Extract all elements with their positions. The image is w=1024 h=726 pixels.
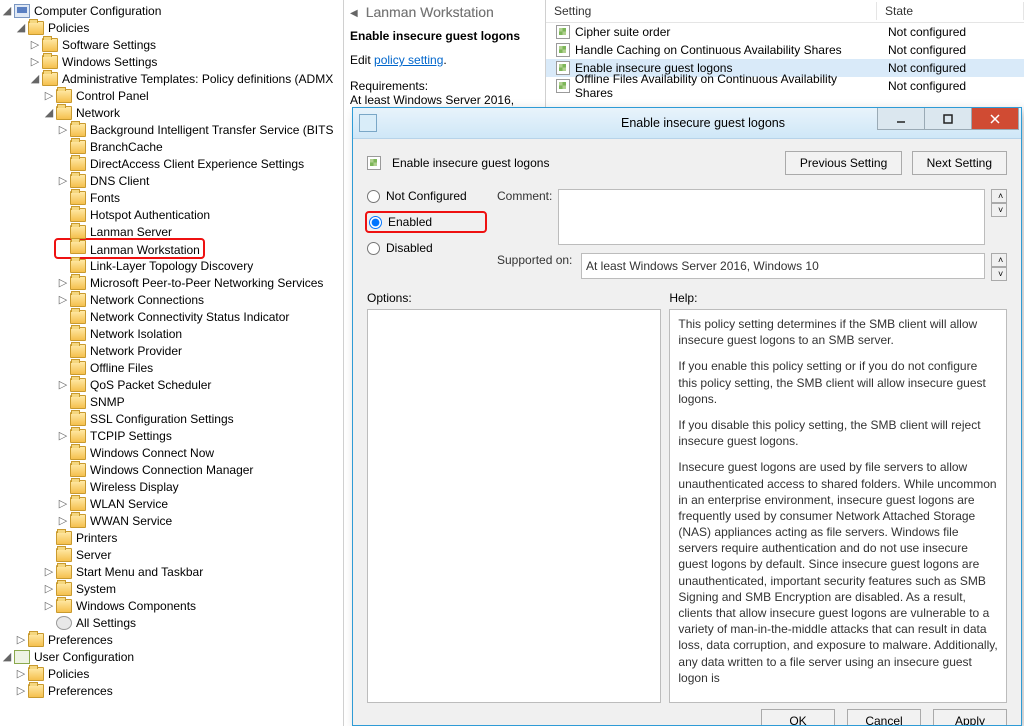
comment-scroll-down[interactable]: ˅	[991, 203, 1007, 217]
tree-control-panel[interactable]: Control Panel	[76, 89, 149, 103]
tree-p2p[interactable]: Microsoft Peer-to-Peer Networking Servic…	[90, 276, 323, 290]
radio-not-configured[interactable]: Not Configured	[367, 189, 487, 203]
comment-label: Comment:	[497, 189, 552, 203]
tree-preferences[interactable]: Preferences	[48, 633, 113, 647]
tree-network[interactable]: Network	[76, 106, 120, 120]
tree-windows-settings[interactable]: Windows Settings	[62, 55, 157, 69]
col-state[interactable]: State	[877, 2, 1024, 20]
tree-wwan[interactable]: WWAN Service	[90, 514, 172, 528]
tree-wcm[interactable]: Windows Connection Manager	[90, 463, 253, 477]
tree-windows-components[interactable]: Windows Components	[76, 599, 196, 613]
next-setting-button[interactable]: Next Setting	[912, 151, 1007, 175]
ok-button[interactable]: OK	[761, 709, 835, 725]
highlight-enabled: Enabled	[365, 211, 487, 233]
tree-network-connections[interactable]: Network Connections	[90, 293, 204, 307]
edit-policy-link[interactable]: policy setting	[374, 53, 443, 67]
edit-prefix: Edit	[350, 53, 374, 67]
requirements-label: Requirements:	[350, 79, 539, 93]
tree-admin-templates[interactable]: Administrative Templates: Policy definit…	[62, 72, 333, 86]
tree-server[interactable]: Server	[76, 548, 111, 562]
tree-network-provider[interactable]: Network Provider	[90, 344, 182, 358]
computer-icon	[14, 4, 30, 18]
list-row[interactable]: Cipher suite order Not configured	[546, 23, 1024, 41]
tree-uc-policies[interactable]: Policies	[48, 667, 89, 681]
policy-dialog: Enable insecure guest logons Enable inse…	[352, 107, 1022, 726]
tree-dnsclient[interactable]: DNS Client	[90, 174, 149, 188]
tree-wireless-display[interactable]: Wireless Display	[90, 480, 179, 494]
tree-snmp[interactable]: SNMP	[90, 395, 125, 409]
help-label: Help:	[669, 291, 1007, 305]
supported-scroll-down[interactable]: ˅	[991, 267, 1007, 281]
apply-button[interactable]: Apply	[933, 709, 1007, 725]
tree-all-settings[interactable]: All Settings	[76, 616, 136, 630]
col-setting[interactable]: Setting	[546, 2, 877, 20]
previous-setting-button[interactable]: Previous Setting	[785, 151, 902, 175]
tree-directaccess[interactable]: DirectAccess Client Experience Settings	[90, 157, 304, 171]
tree-wcn[interactable]: Windows Connect Now	[90, 446, 214, 460]
tree-policies[interactable]: Policies	[48, 21, 89, 35]
tree-uc-prefs[interactable]: Preferences	[48, 684, 113, 698]
supported-label: Supported on:	[497, 253, 575, 267]
tree-ncsi[interactable]: Network Connectivity Status Indicator	[90, 310, 289, 324]
tree-computer-configuration[interactable]: ◢Computer Configuration	[0, 2, 343, 19]
tree-bits[interactable]: Background Intelligent Transfer Service …	[90, 123, 333, 137]
requirements-value: At least Windows Server 2016,	[350, 93, 539, 107]
tree-wlan[interactable]: WLAN Service	[90, 497, 168, 511]
tree-hotspot[interactable]: Hotspot Authentication	[90, 208, 210, 222]
tree-fonts[interactable]: Fonts	[90, 191, 120, 205]
tree-startmenu[interactable]: Start Menu and Taskbar	[76, 565, 203, 579]
supported-scroll-up[interactable]: ˄	[991, 253, 1007, 267]
user-icon	[14, 650, 30, 664]
breadcrumb: Lanman Workstation	[362, 4, 494, 23]
tree-pane[interactable]: ◢Computer Configuration ◢Policies ▷Softw…	[0, 0, 344, 726]
tree-network-isolation[interactable]: Network Isolation	[90, 327, 182, 341]
list-row[interactable]: Offline Files Availability on Continuous…	[546, 77, 1024, 95]
radio-enabled[interactable]: Enabled	[369, 215, 432, 229]
supported-text: At least Windows Server 2016, Windows 10	[581, 253, 985, 279]
tree-user-configuration[interactable]: User Configuration	[34, 650, 134, 664]
tree-system[interactable]: System	[76, 582, 116, 596]
settings-icon	[56, 616, 72, 630]
tree-lltd[interactable]: Link-Layer Topology Discovery	[90, 259, 253, 273]
tree-tcpip[interactable]: TCPIP Settings	[90, 429, 172, 443]
policy-icon	[556, 25, 570, 39]
close-button[interactable]	[972, 108, 1019, 130]
options-box[interactable]	[367, 309, 661, 703]
tree-printers[interactable]: Printers	[76, 531, 117, 545]
minimize-button[interactable]	[877, 108, 925, 130]
policy-icon	[367, 156, 381, 170]
tree-branchcache[interactable]: BranchCache	[90, 140, 163, 154]
radio-disabled[interactable]: Disabled	[367, 241, 487, 255]
app-icon	[359, 114, 377, 132]
comment-scroll-up[interactable]: ˄	[991, 189, 1007, 203]
tree-offline-files[interactable]: Offline Files	[90, 361, 153, 375]
dialog-titlebar[interactable]: Enable insecure guest logons	[353, 108, 1021, 139]
tree-lanman-workstation[interactable]: Lanman Workstation	[90, 243, 200, 257]
tree-qos[interactable]: QoS Packet Scheduler	[90, 378, 211, 392]
selected-policy-title: Enable insecure guest logons	[350, 29, 539, 43]
tree-software-settings[interactable]: Software Settings	[62, 38, 156, 52]
tree-ssl[interactable]: SSL Configuration Settings	[90, 412, 234, 426]
tree-lanman-server[interactable]: Lanman Server	[90, 225, 172, 239]
options-label: Options:	[367, 291, 661, 305]
folder-icon	[28, 21, 44, 35]
help-box[interactable]: This policy setting determines if the SM…	[669, 309, 1007, 703]
maximize-button[interactable]	[925, 108, 972, 130]
cancel-button[interactable]: Cancel	[847, 709, 921, 725]
comment-input[interactable]	[558, 189, 985, 245]
list-row[interactable]: Handle Caching on Continuous Availabilit…	[546, 41, 1024, 59]
dialog-header-text: Enable insecure guest logons	[392, 156, 549, 170]
